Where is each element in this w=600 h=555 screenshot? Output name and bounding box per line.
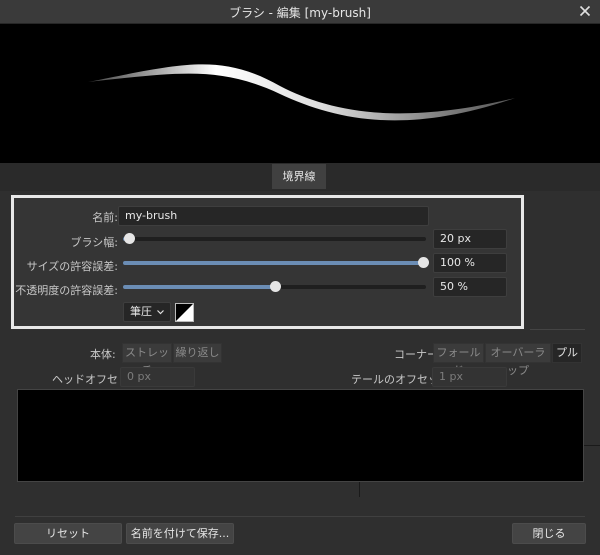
pressure-label: 筆圧 [130,305,152,318]
slider-fill [123,261,423,265]
slider-thumb[interactable] [124,233,136,244]
window-title: ブラシ - 編集 [my-brush] [229,6,371,20]
opacity-variance-label: 不透明度の許容誤差: [15,284,118,297]
slider-fill [123,285,275,289]
size-variance-slider[interactable] [123,257,429,268]
body-label: 本体: [90,348,116,361]
head-offset-field[interactable]: 0 px [120,367,195,387]
brush-width-value[interactable]: 20 px [433,229,507,249]
opacity-variance-slider[interactable] [123,281,426,292]
slider-thumb[interactable] [269,281,281,292]
brush-width-slider[interactable] [123,233,426,244]
name-field[interactable]: my-brush [118,206,429,226]
divider [530,329,585,330]
tail-offset-field[interactable]: 1 px [432,367,507,387]
guide-line [359,482,360,497]
pressure-dropdown[interactable]: 筆圧 [123,302,171,322]
corner-pull-option[interactable]: プル [552,343,582,363]
tab-strip: 境界線 [0,163,600,191]
size-variance-value[interactable]: 100 % [433,253,507,273]
close-icon[interactable] [576,2,594,20]
texture-preview[interactable] [17,389,584,482]
size-variance-label: サイズの許容誤差: [26,260,118,273]
name-label: 名前: [92,211,118,224]
guide-line [584,445,600,446]
opacity-variance-value[interactable]: 50 % [433,277,507,297]
corner-fold-option[interactable]: フォールド [433,343,484,377]
tab-stroke[interactable]: 境界線 [272,164,326,189]
slider-thumb[interactable] [418,257,429,268]
body-stretch-option[interactable]: ストレッチ [122,343,172,377]
brush-preview [0,24,600,163]
save-as-button[interactable]: 名前を付けて保存... [126,523,234,544]
body-repeat-option[interactable]: 繰り返し [173,343,222,363]
reset-button[interactable]: リセット [14,523,122,544]
title-bar: ブラシ - 編集 [my-brush] [0,0,600,24]
close-button[interactable]: 閉じる [512,523,586,544]
pressure-curve-icon[interactable] [175,303,194,322]
corner-overlap-option[interactable]: オーバーラップ [485,343,551,377]
brush-width-label: ブラシ幅: [70,236,119,249]
chevron-down-icon [156,303,165,327]
divider [15,516,585,517]
